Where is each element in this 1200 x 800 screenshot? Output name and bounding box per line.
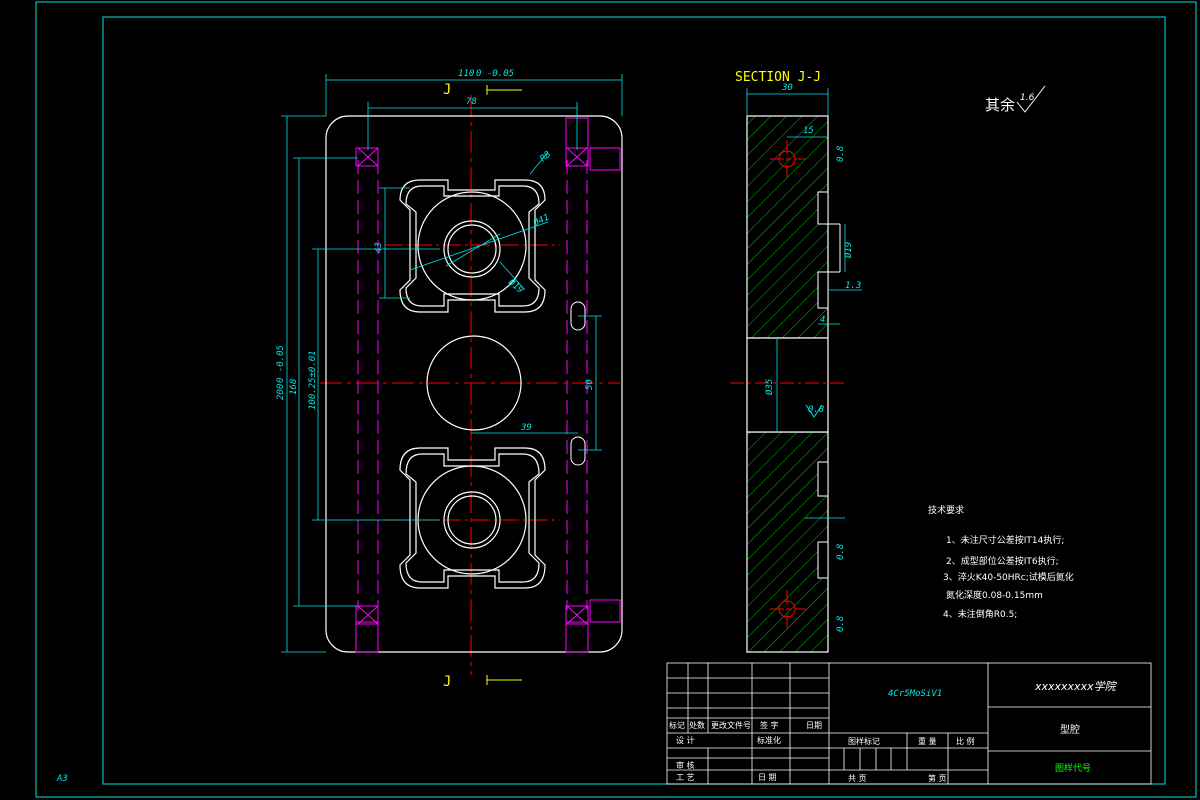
dim-overall-height: 200 bbox=[276, 384, 286, 400]
dimension-lines bbox=[281, 74, 623, 653]
design-label: 设 计 bbox=[676, 735, 695, 745]
process-label: 工 艺 bbox=[676, 773, 695, 782]
section-arrow-bottom bbox=[486, 675, 522, 685]
dim-100: 100.25±0.01 bbox=[308, 350, 318, 410]
dim-sec-width: 30 bbox=[781, 83, 793, 93]
lower-cavity bbox=[399, 447, 546, 589]
section-label-bottom: J bbox=[443, 674, 451, 690]
dim-overall-width-tol: 0 -0.05 bbox=[476, 69, 514, 79]
total-sheets-label: 共 页 bbox=[848, 774, 867, 783]
dim-hole-spacing: 78 bbox=[466, 97, 477, 107]
dim-sec-1-3: 1.3 bbox=[845, 281, 861, 291]
weight-label: 重 量 bbox=[918, 736, 937, 746]
note-3: 3、淬火K40-50HRc;试模后氮化 bbox=[943, 571, 1074, 583]
dim-radius: R8 bbox=[539, 150, 554, 165]
dim-168: 168 bbox=[289, 379, 299, 395]
stage-mark-label: 图样标记 bbox=[848, 736, 880, 746]
row-label-date: 日期 bbox=[806, 721, 822, 730]
review-label: 审 核 bbox=[676, 760, 695, 770]
school-name: xxxxxxxxx学院 bbox=[1034, 680, 1118, 693]
title-block-text: 4Cr5MoSiV1 xxxxxxxxx学院 型腔 图样代号 标记 处数 更改文… bbox=[669, 680, 1118, 783]
note-5: 4、未注倒角R0.5; bbox=[943, 608, 1017, 620]
material-text: 4Cr5MoSiV1 bbox=[888, 689, 942, 699]
scale-label: 比 例 bbox=[956, 736, 975, 746]
rough-08-d: 0.8 bbox=[836, 616, 846, 632]
dim-sec-15: 15 bbox=[803, 126, 814, 136]
dim-dia19-front: Ø19 bbox=[506, 277, 526, 296]
row-label-docno: 更改文件号 bbox=[711, 720, 751, 730]
row-label-sign: 签 字 bbox=[760, 720, 779, 730]
dim-overall-height-tol: 0 -0.05 bbox=[276, 345, 286, 383]
sheet-size-label: A3 bbox=[56, 774, 68, 784]
front-view: J J 110 0 -0.05 78 R8 Ø41 Ø19 43 200 0 -… bbox=[276, 69, 623, 690]
notes-title: 技术要求 bbox=[928, 504, 964, 516]
date-label: 日 期 bbox=[758, 773, 777, 782]
row-label-mark: 标记 bbox=[669, 720, 685, 730]
dim-sec-4: 4 bbox=[820, 315, 825, 325]
row-label-count: 处数 bbox=[689, 720, 705, 730]
surface-finish-value: 1.6 bbox=[1020, 93, 1035, 103]
rough-08-b: 0.8 bbox=[836, 146, 846, 162]
dim-overall-width: 110 bbox=[458, 69, 474, 79]
cad-drawing: A3 J J 110 0 -0.05 78 R8 Ø41 Ø19 43 200 … bbox=[35, 1, 1197, 798]
dim-sec-35: Ø35 bbox=[764, 379, 775, 395]
dim-50: 50 bbox=[585, 379, 595, 390]
dim-43: 43 bbox=[374, 242, 384, 253]
sheet-border-outer bbox=[35, 1, 1197, 798]
hidden-lines bbox=[357, 160, 588, 610]
section-title: SECTION J-J bbox=[735, 70, 821, 85]
dim-39: 39 bbox=[520, 423, 532, 433]
section-label-top: J bbox=[443, 82, 451, 98]
surface-finish-label: 其余 bbox=[985, 96, 1015, 114]
upper-cavity bbox=[399, 179, 546, 313]
center-bore bbox=[746, 337, 829, 433]
note-2: 2、成型部位公差按IT6执行; bbox=[946, 555, 1059, 567]
drawing-number: 图样代号 bbox=[1055, 762, 1091, 774]
sheet-border-inner bbox=[102, 16, 1166, 785]
technical-notes: 技术要求 1、未注尺寸公差按IT14执行; 2、成型部位公差按IT6执行; 3、… bbox=[928, 504, 1074, 620]
standardize-label: 标准化 bbox=[757, 735, 781, 745]
part-name: 型腔 bbox=[1060, 723, 1080, 736]
rough-08-c: 0.8 bbox=[836, 544, 846, 560]
note-4: 氮化深度0.08-0.15mm bbox=[946, 589, 1043, 601]
section-view: SECTION J-J 30 15 Ø19 1.3 4 Ø35 0.8 0.8 … bbox=[730, 70, 862, 653]
dim-sec-19: Ø19 bbox=[843, 242, 854, 258]
note-1: 1、未注尺寸公差按IT14执行; bbox=[946, 534, 1064, 546]
sheet-no-label: 第 页 bbox=[928, 773, 947, 783]
section-arrow-top bbox=[486, 85, 522, 95]
